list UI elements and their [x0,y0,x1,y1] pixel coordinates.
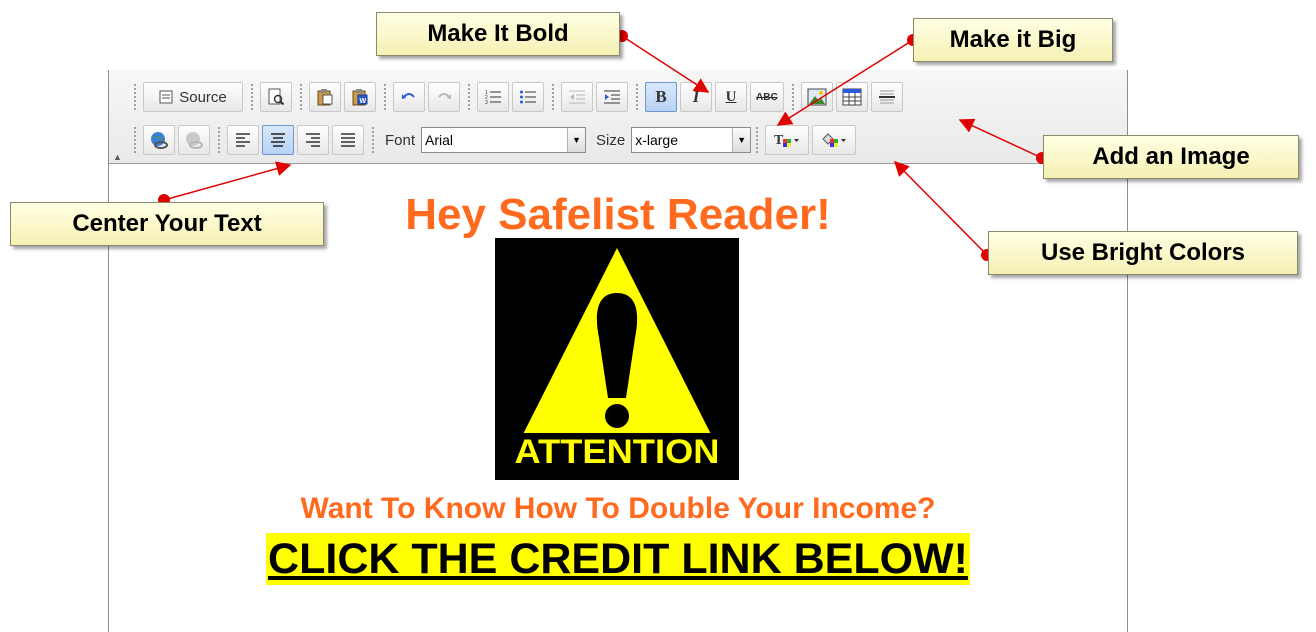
cta-text: CLICK THE CREDIT LINK BELOW! [266,533,970,585]
table-icon [842,88,862,106]
paste-word-button[interactable]: W [344,82,376,112]
strikethrough-button[interactable]: ABC [750,82,784,112]
chevron-down-icon[interactable]: ▼ [732,128,751,152]
font-select[interactable]: Arial ▼ [421,127,587,153]
unlink-icon [186,132,203,149]
bold-button[interactable]: B [645,82,677,112]
toolbar-grip[interactable] [383,83,387,111]
toolbar-grip[interactable] [250,83,254,111]
source-icon [159,90,173,104]
toolbar-grip[interactable] [133,126,137,154]
toolbar-grip[interactable] [635,83,639,111]
text-color-button[interactable]: T [765,125,810,155]
text-color-icon: T [774,133,800,148]
preview-button[interactable] [260,82,292,112]
svg-text:T: T [774,133,784,148]
toolbar-row-1: Source W 123 B I U ABC [129,80,906,114]
align-center-icon [271,133,285,147]
callout-bright-colors: Use Bright Colors [988,231,1298,275]
source-label: Source [179,88,227,106]
bold-icon: B [655,87,667,106]
underline-button[interactable]: U [715,82,747,112]
indent-icon [604,90,620,104]
redo-icon [438,93,451,99]
align-left-button[interactable] [227,125,259,155]
horizontal-rule-icon [878,90,895,104]
toolbar-grip[interactable] [217,126,221,154]
svg-text:3: 3 [485,100,488,106]
outdent-button[interactable] [561,82,593,112]
justify-button[interactable] [332,125,364,155]
size-label: Size [596,131,626,149]
align-center-button[interactable] [262,125,294,155]
paste-word-icon: W [352,89,368,106]
collapse-toolbar-icon[interactable]: ▲ [113,152,122,162]
align-right-button[interactable] [297,125,329,155]
attention-label: ATTENTION [515,433,720,471]
toolbar-grip[interactable] [299,83,303,111]
italic-icon: I [692,87,700,106]
chevron-down-icon[interactable]: ▼ [567,128,586,152]
bulleted-list-button[interactable] [512,82,544,112]
image-icon [807,88,827,106]
toolbar-grip[interactable] [790,83,795,111]
attention-image: ATTENTION [495,238,739,480]
outdent-icon [569,90,585,104]
editor-toolbar: Source W 123 B I U ABC Font Arial ▼ Size… [109,70,1127,164]
toolbar-grip[interactable] [467,83,471,111]
background-color-button[interactable] [812,125,857,155]
warning-triangle-icon: ATTENTION [507,248,727,471]
image-button[interactable] [800,82,833,112]
undo-icon [402,93,415,99]
font-label: Font [385,131,416,149]
toolbar-grip[interactable] [371,126,375,154]
numbered-list-button[interactable]: 123 [477,82,509,112]
justify-icon [341,133,355,147]
toolbar-grip[interactable] [133,83,137,111]
italic-button[interactable]: I [680,82,712,112]
link-button[interactable] [143,125,175,155]
background-color-icon [822,133,847,147]
html-editor: Source W 123 B I U ABC Font Arial ▼ Size… [108,70,1128,632]
toolbar-row-2: Font Arial ▼ Size x-large ▼ T [129,123,859,157]
preview-icon [268,88,285,106]
underline-icon: U [725,88,737,105]
strikethrough-icon: ABC [756,91,778,103]
table-button[interactable] [835,82,868,112]
numbered-list-icon: 123 [485,90,501,106]
bulleted-list-icon [520,90,536,104]
callout-make-bold: Make It Bold [376,12,620,56]
callout-center-text: Center Your Text [10,202,324,246]
unlink-button[interactable] [178,125,210,155]
align-right-icon [306,133,320,147]
size-select-value: x-large [635,132,678,148]
link-icon [151,132,168,149]
callout-add-image: Add an Image [1043,135,1299,179]
callout-make-big: Make it Big [913,18,1113,62]
horizontal-rule-button[interactable] [870,82,903,112]
paste-text-icon [317,89,333,106]
cta-wrapper: CLICK THE CREDIT LINK BELOW! [109,533,1127,585]
svg-text:W: W [360,98,367,105]
paste-text-button[interactable] [309,82,341,112]
indent-button[interactable] [596,82,628,112]
redo-button[interactable] [428,82,460,112]
font-select-value: Arial [425,132,454,148]
toolbar-grip[interactable] [755,126,760,154]
align-left-icon [236,133,250,147]
undo-button[interactable] [393,82,425,112]
subheadline: Want To Know How To Double Your Income? [300,492,936,525]
source-button[interactable]: Source [143,82,243,112]
size-select[interactable]: x-large ▼ [631,127,752,153]
toolbar-grip[interactable] [551,83,555,111]
